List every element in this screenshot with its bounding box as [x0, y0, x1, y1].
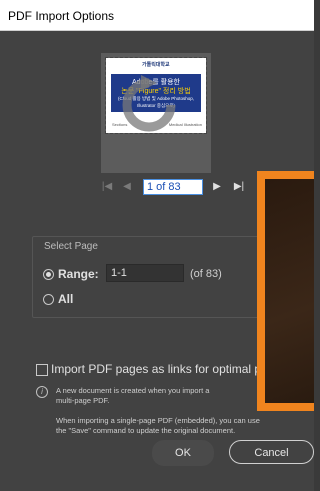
- range-input[interactable]: [106, 264, 184, 282]
- page-count-text: (of 83): [190, 268, 222, 280]
- info-text-1-line2: multi-page PDF.: [56, 396, 110, 405]
- info-text-2-line1: When importing a single-page PDF (embedd…: [56, 416, 260, 425]
- all-label[interactable]: All: [58, 292, 73, 306]
- info-text-1-line1: A new document is created when you impor…: [56, 386, 210, 395]
- cancel-button[interactable]: Cancel: [229, 440, 314, 464]
- overlapping-image-content: [265, 179, 314, 403]
- last-page-icon[interactable]: ▶|: [233, 181, 245, 195]
- info-text-2-line2: the "Save" command to update the origina…: [56, 426, 236, 435]
- first-page-icon[interactable]: |◀: [101, 181, 113, 195]
- import-as-links-label[interactable]: Import PDF pages as links for optimal pe…: [51, 362, 272, 376]
- overlapping-image-panel: [257, 171, 314, 411]
- loading-overlay-icon: [122, 75, 176, 132]
- page-navigation: |◀ ◀ ▶ ▶|: [101, 179, 261, 197]
- page-preview: 가톨릭대학교 Adobe를 활용한 논문 "Figure" 정리 방법 (Clo…: [101, 53, 211, 173]
- all-radio[interactable]: [43, 294, 54, 305]
- window-title: PDF Import Options: [8, 9, 115, 23]
- next-page-icon[interactable]: ▶: [211, 181, 223, 195]
- info-icon: i: [36, 386, 48, 398]
- import-dialog: 가톨릭대학교 Adobe를 활용한 논문 "Figure" 정리 방법 (Clo…: [0, 31, 314, 491]
- import-as-links-checkbox[interactable]: [36, 364, 48, 376]
- title-bar: PDF Import Options: [0, 0, 314, 31]
- page-number-input[interactable]: [143, 179, 203, 195]
- ok-button[interactable]: OK: [152, 440, 214, 466]
- select-page-label: Select Page: [42, 241, 100, 252]
- range-label[interactable]: Range:: [58, 267, 99, 281]
- prev-page-icon[interactable]: ◀: [121, 181, 133, 195]
- range-radio[interactable]: [43, 269, 54, 280]
